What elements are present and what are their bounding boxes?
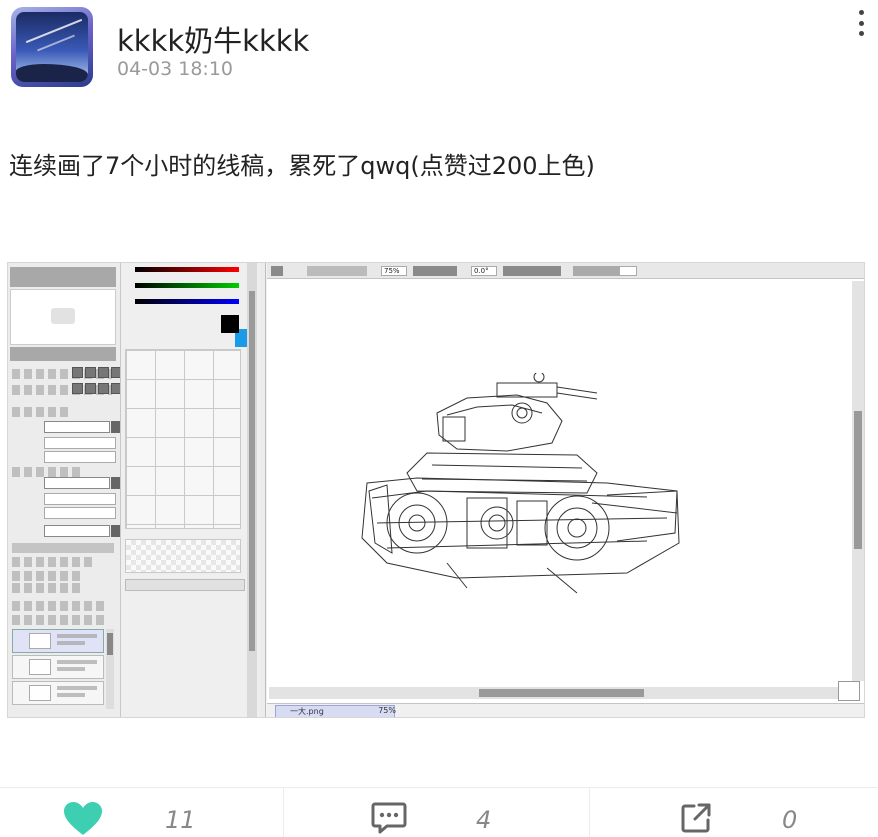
share-count: 0: [782, 806, 798, 834]
zoom-buttons: [413, 266, 457, 276]
file-zoom: 75%: [378, 706, 396, 715]
opacity-bar: [12, 543, 114, 553]
tool-panel: [120, 263, 260, 717]
blue-slider: [135, 299, 239, 304]
navigator-icon: [838, 681, 860, 701]
avatar-streak: [25, 18, 83, 44]
avatar-streak: [37, 34, 75, 52]
tool-scrollbar: [247, 263, 257, 717]
canvas-area: 75% 0.0° 一大.png 75%: [267, 263, 864, 717]
zoom-field: 75%: [381, 266, 407, 276]
layer-item: [12, 629, 104, 653]
navigator-thumbnail: [51, 308, 75, 324]
green-slider: [135, 283, 239, 288]
post-image[interactable]: 75% 0.0° 一大.png 75%: [7, 262, 865, 718]
comment-count: 4: [476, 806, 492, 834]
layer-toolbar: [12, 615, 106, 625]
layer-list: [12, 629, 104, 705]
stabilizer-field: [619, 266, 637, 276]
navigator-preview: [10, 289, 116, 345]
more-vertical-icon[interactable]: [850, 6, 872, 40]
post-text: 连续画了7个小时的线稿，累死了qwq(点赞过200上色): [9, 152, 595, 180]
canvas-horizontal-scrollbar: [269, 687, 859, 699]
blend-select: [44, 421, 121, 433]
file-name: 一大.png: [290, 707, 324, 716]
brush-shape-row: [125, 579, 245, 591]
username[interactable]: kkkk奶牛kkkk: [117, 18, 309, 60]
file-tab: 一大.png: [275, 705, 395, 717]
foreground-color-swatch: [221, 315, 239, 333]
zoom-buttons: [72, 367, 122, 378]
layer-scrollbar: [106, 629, 114, 709]
panel-field: [44, 493, 116, 505]
angle-buttons: [72, 383, 122, 394]
panel-label: [12, 407, 72, 417]
like-count: 11: [165, 806, 196, 834]
avatar-image: [16, 12, 88, 82]
angle-field: 0.0°: [471, 266, 497, 276]
texture-select: [44, 477, 121, 489]
avatar[interactable]: [11, 7, 93, 87]
share-button[interactable]: 0: [590, 788, 878, 837]
post-timestamp: 04-03 18:10: [117, 58, 234, 80]
share-icon: [681, 803, 711, 833]
tool-grid: [125, 349, 241, 529]
layer-mode-select: [44, 525, 121, 537]
more-dot: [858, 20, 864, 26]
panel-label: [12, 467, 82, 477]
like-button[interactable]: 11: [0, 788, 283, 837]
layer-toolbar: [12, 601, 106, 611]
canvas-vertical-scrollbar: [852, 281, 864, 681]
file-taskbar: 一大.png 75%: [267, 703, 864, 717]
panel-field: [44, 451, 116, 463]
brush-preview: [125, 539, 241, 573]
layer-item: [12, 655, 104, 679]
layer-item: [12, 681, 104, 705]
panel-label: [12, 583, 82, 593]
panel-field: [44, 437, 116, 449]
more-dot: [858, 10, 864, 15]
rotate-buttons: [503, 266, 561, 276]
more-dot: [858, 31, 864, 36]
panel-label: [12, 557, 92, 567]
canvas-toolbar: 75% 0.0°: [267, 263, 864, 279]
panel-label: [12, 571, 82, 581]
navigator-footer: [10, 347, 116, 361]
avatar-landscape: [16, 64, 88, 82]
toolbar-button: [271, 266, 283, 276]
toolbar-button: [307, 266, 367, 276]
lineart-drawing: [361, 373, 680, 594]
comment-button[interactable]: 4: [284, 788, 589, 837]
heart-icon: [64, 802, 102, 835]
navigator-panel: [8, 263, 266, 717]
red-slider: [135, 267, 239, 272]
navigator-header: [10, 267, 116, 287]
comment-icon: [371, 802, 407, 834]
panel-field: [44, 507, 116, 519]
